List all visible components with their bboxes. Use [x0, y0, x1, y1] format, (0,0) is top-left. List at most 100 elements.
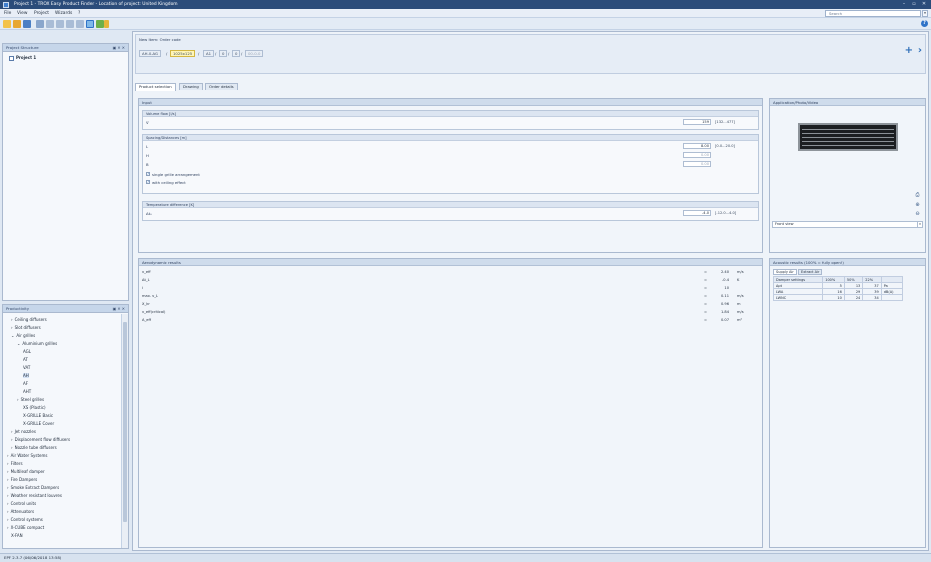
menu-help[interactable]: ? [78, 9, 80, 18]
product-tree-label: Ceiling diffusers [14, 317, 47, 322]
chevron-down-icon[interactable]: ⌄ [11, 333, 14, 338]
scrollbar-thumb[interactable] [123, 322, 127, 522]
menu-file[interactable]: File [4, 9, 11, 18]
search-dropdown-icon[interactable]: ▾ [922, 10, 928, 17]
product-tree-item[interactable]: › Fire Dampers [7, 477, 37, 482]
order-seg-accessories[interactable]: 00-0-0 [245, 50, 264, 57]
volume-flow-input[interactable]: 159 [683, 119, 711, 125]
product-tree-item[interactable]: › Steel grilles [17, 397, 44, 402]
product-tree-item[interactable]: X-FAN [11, 533, 23, 538]
product-tree-item[interactable]: › Ceiling diffusers [11, 317, 47, 322]
chevron-right-icon[interactable]: › [7, 501, 9, 506]
chevron-right-icon[interactable]: › [17, 397, 19, 402]
product-tree-item[interactable]: AT [23, 357, 28, 362]
add-to-project-icon[interactable]: + [905, 45, 913, 56]
product-tree-item[interactable]: › Control units [7, 501, 36, 506]
print-icon[interactable]: ⎙ [914, 192, 921, 199]
help-icon[interactable]: ? [921, 20, 928, 27]
product-tree-item[interactable]: › Smoke Extract Dampers [7, 485, 59, 490]
next-arrow-icon[interactable]: › [918, 45, 922, 56]
wizard-icon[interactable] [96, 20, 104, 28]
tab-drawing[interactable]: Drawing [179, 83, 203, 90]
save-icon[interactable] [23, 20, 31, 28]
order-seg-size[interactable]: 1025x125 [170, 50, 196, 57]
product-tree-item[interactable]: › Attenuators [7, 509, 34, 514]
product-tree-item[interactable]: AH [23, 373, 29, 378]
chevron-down-icon[interactable]: ▾ [917, 222, 922, 227]
project-root-item[interactable]: Project 1 [9, 55, 36, 61]
search-input[interactable]: Search [825, 10, 921, 17]
chevron-right-icon[interactable]: › [7, 493, 9, 498]
tab-product-selection[interactable]: Product selection [135, 83, 176, 91]
chevron-right-icon[interactable]: › [11, 325, 13, 330]
product-tree-item[interactable]: X-GRILLE Cover [23, 421, 54, 426]
open-folder-icon[interactable] [13, 20, 21, 28]
product-finder-icon[interactable] [86, 20, 94, 28]
view-combo[interactable]: Front view ▾ [772, 221, 923, 228]
chevron-right-icon[interactable]: › [11, 317, 13, 322]
product-tree-item[interactable]: AF [23, 381, 28, 386]
chevron-right-icon[interactable]: › [7, 517, 9, 522]
product-tree-item[interactable]: X-GRILLE Basic [23, 413, 53, 418]
tab-order-details[interactable]: Order details [205, 83, 238, 90]
product-tree-item[interactable]: XS (Plastic) [23, 405, 46, 410]
order-seg-0b[interactable]: 0 [232, 50, 241, 57]
zoom-in-icon[interactable]: ⊕ [914, 202, 921, 209]
product-tree-item[interactable]: › Nozzle tube diffusers [11, 445, 57, 450]
spacing-b-input[interactable]: 0.00 [683, 161, 711, 167]
chevron-right-icon[interactable]: › [11, 429, 13, 434]
chevron-right-icon[interactable]: › [7, 477, 9, 482]
menu-wizards[interactable]: Wizards [55, 9, 72, 18]
chevron-right-icon[interactable]: › [11, 445, 13, 450]
chevron-right-icon[interactable]: › [7, 453, 9, 458]
tab-supply-air[interactable]: Supply Air [773, 269, 797, 275]
chevron-down-icon[interactable]: ⌄ [17, 341, 20, 346]
maximize-button[interactable]: ▫ [909, 0, 919, 9]
tab-extract-air[interactable]: Extract Air [798, 269, 823, 275]
print-icon[interactable] [36, 20, 44, 28]
product-tree-item[interactable]: › Displacement flow diffusers [11, 437, 70, 442]
order-seg-a1[interactable]: A1 [203, 50, 215, 57]
paste-icon[interactable] [56, 20, 64, 28]
product-tree-item[interactable]: ⌄ Air grilles [11, 333, 35, 338]
ceiling-effect-checkbox[interactable]: ✓ [146, 180, 150, 184]
product-tree-item[interactable]: AGL [23, 349, 31, 354]
product-tree-item[interactable]: › Multileaf damper [7, 469, 45, 474]
star-icon[interactable] [104, 20, 109, 28]
temperature-input[interactable]: -4.0 [683, 210, 711, 216]
product-tree-item[interactable]: ⌄ Aluminium grilles [17, 341, 57, 346]
product-tree-item[interactable]: › X-CUBE compact [7, 525, 44, 530]
product-tree-item[interactable]: › Slot diffusers [11, 325, 41, 330]
product-tree-label: Nozzle tube diffusers [14, 445, 57, 450]
product-tree-item[interactable]: AHT [23, 389, 31, 394]
panel-pin-icon[interactable]: ▣ ✕ ✕ [113, 44, 125, 52]
close-button[interactable]: ✕ [919, 0, 929, 9]
products-scrollbar[interactable] [121, 314, 128, 548]
copy-icon[interactable] [46, 20, 54, 28]
product-tree-item[interactable]: VAT [23, 365, 30, 370]
product-tree-item[interactable]: › Filters [7, 461, 23, 466]
product-tree-item[interactable]: › Control systems [7, 517, 43, 522]
chevron-right-icon[interactable]: › [7, 525, 9, 530]
spacing-h-input[interactable]: 0.00 [683, 152, 711, 158]
new-project-icon[interactable] [3, 20, 11, 28]
list-icon[interactable] [66, 20, 74, 28]
spacing-l-input[interactable]: 8.00 [683, 143, 711, 149]
minimize-button[interactable]: – [899, 0, 909, 9]
zoom-out-icon[interactable]: ⊖ [914, 211, 921, 218]
order-seg-0a[interactable]: 0 [219, 50, 228, 57]
product-tree-item[interactable]: › Jet nozzles [11, 429, 36, 434]
menu-project[interactable]: Project [34, 9, 49, 18]
order-seg-type[interactable]: AH-0-AG [139, 50, 161, 57]
product-tree-item[interactable]: › Air Water Systems [7, 453, 47, 458]
chevron-right-icon[interactable]: › [7, 469, 9, 474]
chevron-right-icon[interactable]: › [7, 485, 9, 490]
single-grille-checkbox[interactable]: ✓ [146, 172, 150, 176]
chevron-right-icon[interactable]: › [7, 461, 9, 466]
product-tree-item[interactable]: › Weather resistant louvres [7, 493, 62, 498]
products-pin-icon[interactable]: ▣ ✕ ✕ [113, 305, 125, 313]
menu-view[interactable]: View [17, 9, 27, 18]
table-icon[interactable] [76, 20, 84, 28]
chevron-right-icon[interactable]: › [7, 509, 9, 514]
chevron-right-icon[interactable]: › [11, 437, 13, 442]
